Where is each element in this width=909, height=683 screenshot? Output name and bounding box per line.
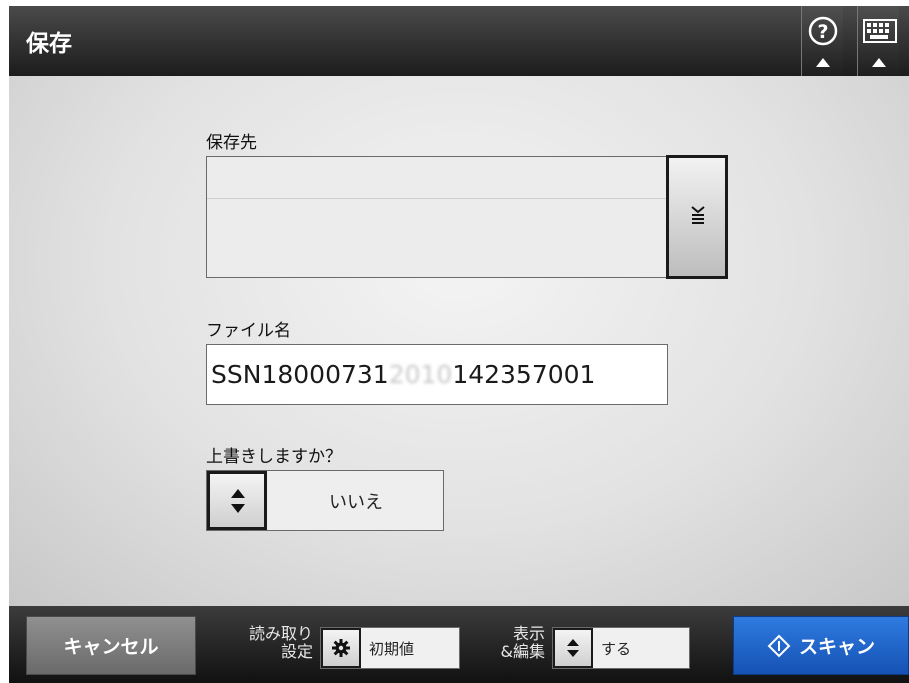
page-title: 保存 (26, 31, 72, 57)
display-edit-value: する (601, 639, 632, 658)
display-edit-label-line1: 表示 (512, 624, 545, 643)
filename-suffix: 142357001 (452, 360, 596, 389)
header-bar: 保存 ? (9, 6, 909, 76)
display-edit-spin-button[interactable] (553, 628, 593, 668)
scan-settings-label: 読み取り 設定 (227, 625, 313, 661)
filename-input[interactable]: SSN18000731 2010 142357001 (206, 344, 668, 405)
filename-obscured: 2010 (388, 360, 453, 389)
footer-bar: キャンセル 読み取り 設定 初期値 表示 &編集 する スキャン (9, 606, 909, 683)
expand-up-icon (816, 58, 830, 67)
scan-label: スキャン (798, 636, 875, 658)
question-circle-icon: ? (808, 16, 838, 46)
scan-diamond-icon (767, 634, 791, 657)
filename-label: ファイル名 (206, 321, 291, 341)
gear-icon[interactable] (321, 628, 361, 668)
list-scroll-icon (691, 206, 705, 224)
keyboard-icon (863, 19, 897, 43)
gear-icon-svg (332, 639, 350, 657)
scan-button[interactable]: スキャン (733, 616, 909, 675)
scan-settings-label-line2: 設定 (280, 642, 313, 661)
filename-prefix: SSN18000731 (211, 360, 389, 389)
destination-label: 保存先 (206, 133, 257, 153)
expand-up-icon (872, 58, 886, 67)
destination-list[interactable] (206, 156, 668, 278)
display-edit-label-line2: &編集 (500, 642, 545, 661)
screen: 保存 ? 保存先 ファイル名 SSN18000731 2010 14235700… (9, 6, 909, 683)
destination-scroll-button[interactable] (666, 155, 728, 279)
scan-settings-value: 初期値 (369, 639, 415, 658)
overwrite-label: 上書きしますか？ (206, 447, 342, 467)
display-edit-selector[interactable]: する (552, 627, 690, 669)
help-button[interactable]: ? (801, 6, 843, 76)
overwrite-selector[interactable]: いいえ (206, 470, 444, 531)
overwrite-spin-button[interactable] (207, 471, 267, 530)
overwrite-value: いいえ (329, 491, 383, 513)
destination-item[interactable] (207, 199, 667, 277)
cancel-button[interactable]: キャンセル (26, 616, 196, 675)
svg-text:?: ? (817, 21, 828, 43)
scan-settings-label-line1: 読み取り (248, 624, 313, 643)
keyboard-button[interactable] (857, 6, 899, 76)
display-edit-label: 表示 &編集 (471, 625, 545, 661)
up-down-arrows-icon (567, 639, 579, 657)
destination-item[interactable] (207, 157, 667, 198)
scan-settings-selector[interactable]: 初期値 (320, 627, 460, 669)
main-panel: 保存先 ファイル名 SSN18000731 2010 142357001 上書きしま… (9, 76, 909, 606)
up-down-arrows-icon (231, 489, 245, 513)
